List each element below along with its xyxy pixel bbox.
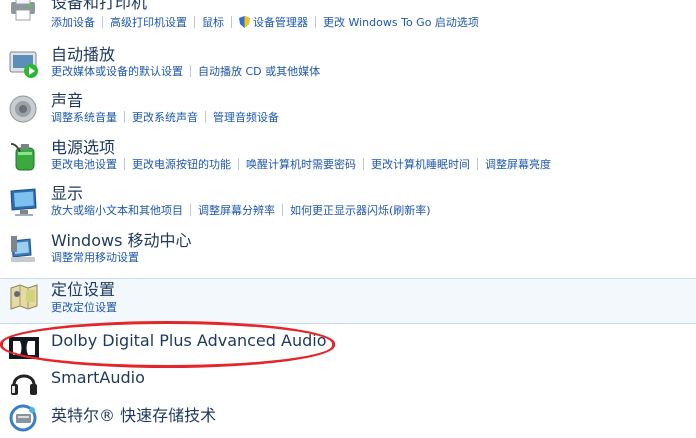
item-sound: 声音 调整系统音量 更改系统声音 管理音频设备 — [0, 92, 696, 139]
item-links: 更改媒体或设备的默认设置 自动播放 CD 或其他媒体 — [51, 65, 320, 79]
separator — [231, 16, 232, 28]
link-mouse[interactable]: 鼠标 — [202, 16, 224, 29]
separator — [190, 204, 191, 216]
autoplay-icon — [9, 51, 38, 78]
separator — [124, 158, 125, 170]
separator — [363, 158, 364, 170]
separator — [477, 158, 478, 170]
separator — [282, 204, 283, 216]
intel-storage-icon — [9, 404, 37, 432]
item-smartaudio: SmartAudio — [0, 368, 696, 402]
link-mobility-settings[interactable]: 调整常用移动设置 — [51, 251, 139, 264]
item-links: 更改电池设置 更改电源按钮的功能 唤醒计算机时需要密码 更改计算机睡眠时间 调整屏幕亮度 — [51, 158, 551, 172]
uac-shield-icon — [239, 16, 250, 28]
item-location-settings[interactable]: 定位设置 更改定位设置 — [0, 278, 696, 324]
item-title[interactable]: SmartAudio — [51, 369, 145, 387]
link-device-manager[interactable]: 设备管理器 — [253, 16, 308, 29]
item-mobility-center: Windows 移动中心 调整常用移动设置 — [0, 232, 696, 278]
item-autoplay: 自动播放 更改媒体或设备的默认设置 自动播放 CD 或其他媒体 — [0, 46, 696, 92]
item-title[interactable]: 声音 — [51, 92, 83, 110]
separator — [102, 16, 103, 28]
link-text-size[interactable]: 放大或缩小文本和其他项目 — [51, 204, 183, 217]
item-power-options: 电源选项 更改电池设置 更改电源按钮的功能 唤醒计算机时需要密码 更改计算机睡眠时间 调… — [0, 139, 696, 185]
link-power-button[interactable]: 更改电源按钮的功能 — [132, 158, 231, 171]
link-screen-brightness[interactable]: 调整屏幕亮度 — [485, 158, 551, 171]
mobility-center-icon — [11, 236, 35, 262]
item-title[interactable]: Dolby Digital Plus Advanced Audio — [51, 332, 327, 350]
headphones-icon — [11, 374, 37, 395]
separator — [124, 111, 125, 123]
link-add-device[interactable]: 添加设备 — [51, 16, 95, 29]
item-links: 调整常用移动设置 — [51, 251, 139, 265]
monitor-icon — [10, 188, 37, 216]
link-adjust-volume[interactable]: 调整系统音量 — [51, 111, 117, 124]
separator — [190, 65, 191, 77]
item-links: 放大或缩小文本和其他项目 调整屏幕分辨率 如何更正显示器闪烁(刷新率) — [51, 204, 431, 218]
link-battery-settings[interactable]: 更改电池设置 — [51, 158, 117, 171]
control-panel-hardware-list: 设备和打印机 添加设备 高级打印机设置 鼠标 设备管理器 更改 Windows To G… — [0, 0, 696, 438]
link-advanced-printer-settings[interactable]: 高级打印机设置 — [110, 16, 187, 29]
link-autoplay-cd[interactable]: 自动播放 CD 或其他媒体 — [198, 65, 320, 78]
location-icon — [10, 284, 38, 310]
link-screen-resolution[interactable]: 调整屏幕分辨率 — [198, 204, 275, 217]
link-windows-to-go[interactable]: 更改 Windows To Go 启动选项 — [323, 16, 479, 29]
link-change-location-settings[interactable]: 更改定位设置 — [51, 301, 117, 314]
item-links: 添加设备 高级打印机设置 鼠标 设备管理器 更改 Windows To Go 启动选项 — [51, 16, 479, 30]
link-sleep-time[interactable]: 更改计算机睡眠时间 — [371, 158, 470, 171]
link-wake-password[interactable]: 唤醒计算机时需要密码 — [246, 158, 356, 171]
item-title[interactable]: Windows 移动中心 — [51, 232, 192, 250]
item-links: 更改定位设置 — [51, 301, 117, 315]
item-title[interactable]: 显示 — [51, 185, 83, 203]
link-change-sounds[interactable]: 更改系统声音 — [132, 111, 198, 124]
item-dolby-audio: Dolby Digital Plus Advanced Audio — [0, 324, 696, 368]
item-devices-printers: 设备和打印机 添加设备 高级打印机设置 鼠标 设备管理器 更改 Windows To G… — [0, 0, 696, 46]
item-links: 调整系统音量 更改系统声音 管理音频设备 — [51, 111, 279, 125]
item-title[interactable]: 自动播放 — [51, 46, 115, 64]
item-display: 显示 放大或缩小文本和其他项目 调整屏幕分辨率 如何更正显示器闪烁(刷新率) — [0, 185, 696, 232]
separator — [315, 16, 316, 28]
link-refresh-rate[interactable]: 如何更正显示器闪烁(刷新率) — [290, 204, 431, 217]
item-title[interactable]: 定位设置 — [51, 281, 115, 299]
item-intel-storage: 英特尔® 快速存储技术 — [0, 402, 696, 438]
separator — [238, 158, 239, 170]
printer-icon — [11, 0, 35, 21]
item-title[interactable]: 英特尔® 快速存储技术 — [51, 407, 216, 425]
battery-icon — [10, 143, 35, 171]
link-change-media-defaults[interactable]: 更改媒体或设备的默认设置 — [51, 65, 183, 78]
speaker-icon — [9, 95, 37, 123]
separator — [205, 111, 206, 123]
item-title[interactable]: 设备和打印机 — [51, 0, 147, 12]
separator — [194, 16, 195, 28]
link-manage-audio-devices[interactable]: 管理音频设备 — [213, 111, 279, 124]
dolby-icon — [9, 337, 39, 359]
item-title[interactable]: 电源选项 — [51, 139, 115, 157]
